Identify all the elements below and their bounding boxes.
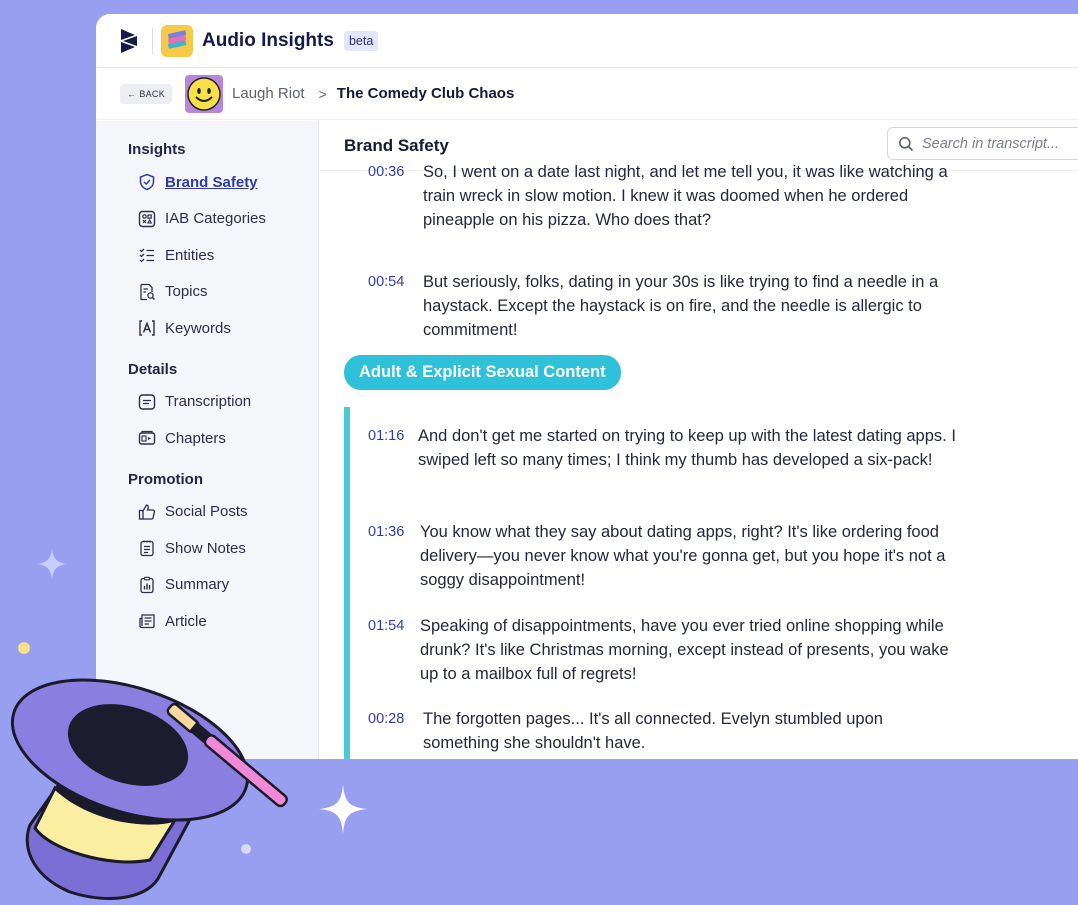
sidebar-item-show-notes[interactable]: Show Notes: [96, 530, 318, 567]
newspaper-icon: [137, 611, 157, 631]
smiley-face-icon: [187, 76, 221, 111]
sidebar-item-entities[interactable]: Entities: [96, 237, 318, 274]
sidebar-item-social-posts[interactable]: Social Posts: [96, 494, 318, 531]
app-window: Audio Insights beta ← BACK Laugh Riot > …: [96, 14, 1078, 759]
sidebar-item-label: Keywords: [165, 319, 231, 337]
transcript-segment[interactable]: 00:36 So, I went on a date last night, a…: [368, 160, 963, 232]
segment-text: Speaking of disappointments, have you ev…: [420, 617, 949, 683]
search-icon: [899, 136, 914, 151]
segment-text: But seriously, folks, dating in your 30s…: [423, 273, 939, 339]
transcript-segment[interactable]: 01:16 And don't get me started on trying…: [368, 424, 958, 472]
sidebar-item-label: IAB Categories: [165, 210, 266, 228]
category-pill[interactable]: Adult & Explicit Sexual Content: [344, 355, 621, 390]
document-search-icon: [137, 282, 157, 302]
clipboard-chart-icon: [137, 575, 157, 595]
breadcrumb: ← BACK Laugh Riot > The Comedy Club Chao…: [96, 68, 1078, 120]
segment-timestamp[interactable]: 01:54: [368, 614, 420, 686]
list-check-icon: [137, 245, 157, 265]
segment-timestamp[interactable]: 01:36: [368, 520, 420, 592]
sidebar-item-label: Summary: [165, 576, 230, 594]
sidebar-item-label: Chapters: [165, 429, 226, 447]
shield-check-icon: [137, 172, 157, 192]
breadcrumb-current: The Comedy Club Chaos: [336, 85, 515, 102]
breadcrumb-parent-link[interactable]: Laugh Riot: [232, 85, 305, 102]
sidebar-section-promotion: Promotion: [128, 470, 203, 488]
sidebar-item-label: Topics: [165, 283, 208, 301]
back-button[interactable]: ← BACK: [120, 83, 173, 104]
segment-timestamp[interactable]: 01:16: [368, 424, 418, 472]
sidebar-item-chapters[interactable]: Chapters: [96, 420, 318, 457]
topbar-divider: [152, 27, 153, 54]
brand-logo-icon[interactable]: [118, 26, 142, 56]
arrow-left-icon: ←: [127, 88, 137, 99]
segment-text: So, I went on a date last night, and let…: [423, 163, 948, 229]
magic-hat-icon: [10, 678, 288, 900]
dot-icon: [18, 642, 30, 654]
notes-icon: [137, 538, 157, 558]
transcript-segment[interactable]: 00:54 But seriously, folks, dating in yo…: [368, 270, 963, 342]
page-title: Brand Safety: [344, 135, 449, 155]
segment-timestamp[interactable]: 00:36: [368, 160, 423, 232]
sidebar-item-label: Social Posts: [165, 503, 248, 521]
segment-text: You know what they say about dating apps…: [420, 523, 946, 589]
sidebar-section-insights: Insights: [128, 141, 186, 158]
transcript-segment[interactable]: 00:28 The forgotten pages... It's all co…: [368, 707, 963, 755]
keyword-box-icon: [137, 318, 157, 338]
category-grid-icon: [137, 209, 157, 229]
transcript-list: 00:36 So, I went on a date last night, a…: [320, 163, 1078, 759]
sidebar-item-label: Brand Safety: [165, 173, 258, 191]
beta-badge: beta: [343, 30, 379, 51]
sidebar-item-iab-categories[interactable]: IAB Categories: [96, 201, 318, 238]
sidebar-item-summary[interactable]: Summary: [96, 567, 318, 604]
segment-timestamp[interactable]: 00:54: [368, 270, 423, 342]
search-input[interactable]: [922, 135, 1078, 152]
segment-timestamp[interactable]: 00:28: [368, 707, 423, 755]
back-label: BACK: [139, 88, 166, 99]
sidebar-item-transcription[interactable]: Transcription: [96, 384, 318, 421]
transcript-segment[interactable]: 01:54 Speaking of disappointments, have …: [368, 614, 960, 686]
sidebar-item-keywords[interactable]: Keywords: [96, 310, 318, 347]
sidebar-item-brand-safety[interactable]: Brand Safety: [96, 164, 318, 201]
transcript-box-icon: [137, 392, 157, 412]
sidebar-section-details: Details: [128, 360, 178, 378]
search-box[interactable]: [887, 127, 1078, 160]
sidebar-item-label: Article: [165, 612, 207, 630]
main-panel: Brand Safety 00:36 So, I went on a date …: [320, 121, 1078, 759]
sidebar-item-label: Entities: [165, 246, 215, 264]
segment-text: The forgotten pages... It's all connecte…: [423, 710, 883, 752]
app-title: Audio Insights: [202, 29, 334, 51]
sparkle-icon: [319, 784, 367, 834]
segment-text: And don't get me started on trying to ke…: [418, 427, 956, 469]
sidebar-item-article[interactable]: Article: [96, 603, 318, 640]
podcast-avatar: [185, 74, 224, 113]
sidebar-item-label: Show Notes: [165, 539, 246, 557]
breadcrumb-separator: >: [318, 85, 327, 102]
thumbs-up-icon: [137, 502, 157, 522]
chapters-icon: [137, 428, 157, 448]
sparkle-icon: [36, 548, 68, 580]
sidebar-item-topics[interactable]: Topics: [96, 274, 318, 311]
sidebar-item-label: Transcription: [165, 393, 252, 411]
app-book-icon: [161, 24, 193, 57]
flagged-section-marker: [344, 407, 350, 759]
transcript-segment[interactable]: 01:36 You know what they say about datin…: [368, 520, 960, 592]
top-bar: Audio Insights beta: [96, 14, 1078, 68]
